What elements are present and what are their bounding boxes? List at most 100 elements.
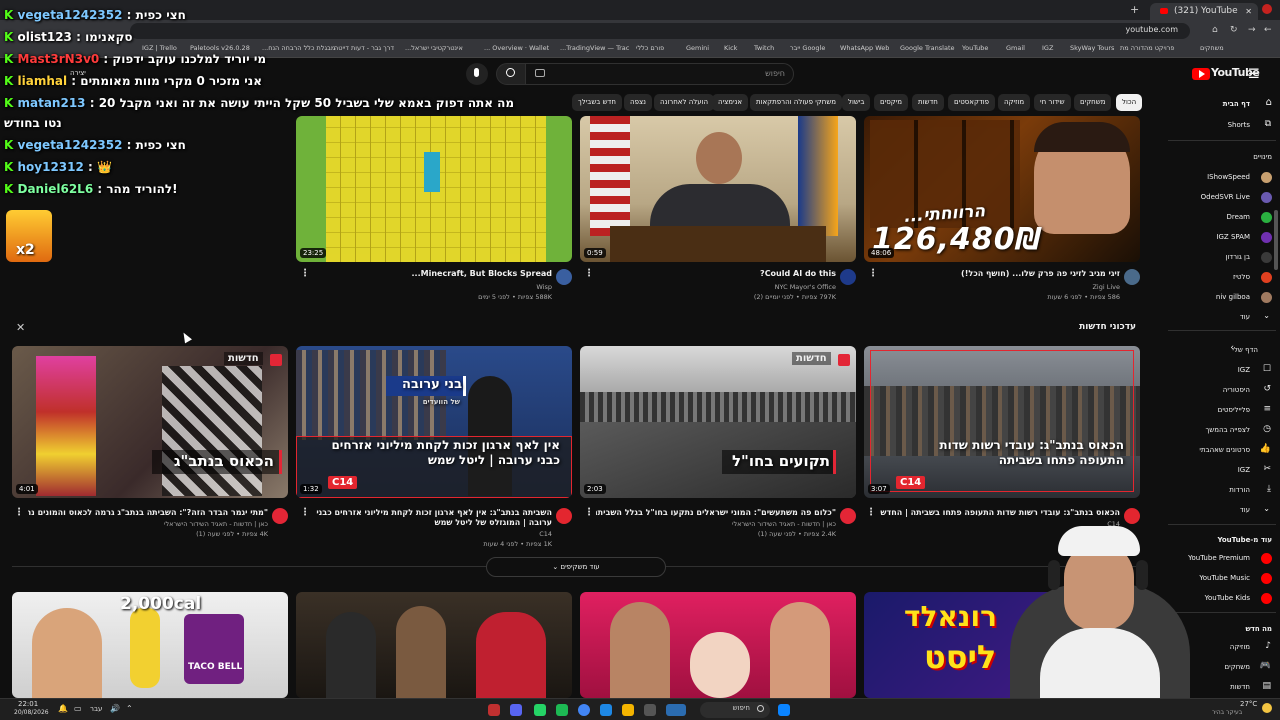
- bookmark-item[interactable]: IGZ: [1042, 44, 1053, 52]
- sidebar-item-subscription[interactable]: IGZ SPAM: [1216, 233, 1250, 241]
- more-options-icon[interactable]: ⋮: [300, 268, 310, 279]
- show-more-button[interactable]: עוד משקיפים ⌄: [486, 557, 666, 577]
- browser-tab[interactable]: (321) YouTube ✕: [1150, 3, 1258, 20]
- battery-icon[interactable]: ▭: [74, 704, 82, 713]
- discord-icon[interactable]: [510, 704, 522, 716]
- channel-avatar[interactable]: [272, 508, 288, 524]
- video-title[interactable]: Could AI do this?: [596, 269, 836, 278]
- sidebar-item-subscription[interactable]: niv gilboa: [1216, 293, 1250, 301]
- chrome-icon[interactable]: [578, 704, 590, 716]
- scrollbar-thumb[interactable]: [1274, 210, 1278, 270]
- new-tab-icon[interactable]: +: [1130, 3, 1139, 16]
- sidebar-item-subscription[interactable]: סלטיז: [1233, 273, 1250, 281]
- video-thumbnail[interactable]: 0:59: [580, 116, 856, 262]
- video-thumbnail[interactable]: [580, 592, 856, 698]
- chip-watched[interactable]: נצפה: [624, 94, 652, 111]
- search-button[interactable]: [496, 63, 526, 85]
- bookmark-item[interactable]: Kick: [724, 44, 737, 52]
- bookmark-item[interactable]: Google ייבר: [790, 44, 825, 52]
- chip-action-adventure[interactable]: משחקי פעולה והרפתקאות: [750, 94, 843, 111]
- chip-news[interactable]: חדשות: [912, 94, 944, 111]
- sidebar-item-subscription[interactable]: OdedSVR Live: [1201, 193, 1250, 201]
- chip-mixes[interactable]: מיקסים: [874, 94, 909, 111]
- chip-live[interactable]: שידור חי: [1034, 94, 1071, 111]
- app-icon[interactable]: [644, 704, 656, 716]
- video-thumbnail[interactable]: בני ערובה של הוועדים אין לאף ארגון זכות …: [296, 346, 572, 498]
- sidebar-show-more[interactable]: עוד: [1240, 313, 1250, 321]
- video-thumbnail[interactable]: הכאוס בנתב"ג: עובדי רשות שדות התעופה פתח…: [864, 346, 1140, 498]
- channel-avatar[interactable]: [1124, 269, 1140, 285]
- youtube-logo-icon[interactable]: [1192, 68, 1210, 80]
- sidebar-item-subscription[interactable]: Dream: [1226, 213, 1250, 221]
- close-tab-icon[interactable]: ✕: [1245, 3, 1252, 20]
- sidebar-item-gaming[interactable]: משחקים: [1225, 663, 1250, 671]
- channel-name[interactable]: C14: [312, 530, 552, 538]
- chip-gaming[interactable]: משחקים: [1074, 94, 1112, 111]
- video-title[interactable]: Minecraft, But Blocks Spread...: [312, 269, 553, 278]
- sidebar-item-channel[interactable]: IGZ: [1238, 366, 1250, 374]
- bookmark-item[interactable]: YouTube: [962, 44, 988, 52]
- volume-icon[interactable]: 🔊: [110, 704, 120, 713]
- app-icon[interactable]: [600, 704, 612, 716]
- taskbar-time[interactable]: 22:01: [18, 700, 38, 708]
- more-options-icon[interactable]: ⋮: [868, 268, 878, 279]
- channel-avatar[interactable]: [556, 269, 572, 285]
- notifications-icon[interactable]: 🔔: [58, 704, 68, 713]
- bookmark-item[interactable]: פרויקט מהדורה מת: [1120, 44, 1175, 52]
- video-thumbnail[interactable]: הרווחתי... 126,480₪ 48:06: [864, 116, 1140, 262]
- video-thumbnail[interactable]: 2,000cal TACO BELL: [12, 592, 288, 698]
- sidebar-item-downloads[interactable]: הורדות: [1229, 486, 1250, 494]
- whatsapp-icon[interactable]: [534, 704, 546, 716]
- spotify-icon[interactable]: [556, 704, 568, 716]
- channel-avatar[interactable]: [556, 508, 572, 524]
- file-explorer-icon[interactable]: [622, 704, 634, 716]
- bookmark-item[interactable]: SkyWay Tours: [1070, 44, 1114, 52]
- bookmark-item[interactable]: Google Translate: [900, 44, 955, 52]
- chip-music[interactable]: מוזיקה: [998, 94, 1031, 111]
- video-title[interactable]: "מתי יגמר הבדר הזה?": השביתה בנתב"ג גרמה…: [28, 508, 268, 517]
- search-input[interactable]: חיפוש: [524, 63, 794, 85]
- bookmark-item[interactable]: TradingView — Trac...: [560, 44, 629, 52]
- sidebar-item-history[interactable]: היסטוריה: [1223, 386, 1250, 394]
- sidebar-item-subscription[interactable]: בן גורדון: [1225, 253, 1250, 261]
- chip-cooking[interactable]: בישול: [842, 94, 871, 111]
- sidebar-item-news[interactable]: חדשות: [1230, 683, 1250, 691]
- bookmark-item[interactable]: WhatsApp Web: [840, 44, 889, 52]
- chip-all[interactable]: הכול: [1116, 94, 1143, 111]
- start-icon[interactable]: [778, 704, 790, 716]
- bookmark-item[interactable]: Gmail: [1006, 44, 1025, 52]
- sidebar-item-music[interactable]: מוזיקה: [1230, 643, 1250, 651]
- bookmark-item[interactable]: פורם כללי: [636, 44, 664, 52]
- sidebar-item-shorts[interactable]: Shorts: [1228, 121, 1250, 129]
- youtube-logo-text[interactable]: YouTube: [1211, 66, 1260, 79]
- more-options-icon[interactable]: ⋮: [14, 507, 24, 518]
- more-options-icon[interactable]: ⋮: [866, 507, 876, 518]
- video-thumbnail[interactable]: חדשות הכאוס בנתב"ג 4:01: [12, 346, 288, 498]
- subscriptions-heading[interactable]: מינויים: [1253, 153, 1272, 161]
- video-title[interactable]: זיגי מגיב לזיגי פה פרק שלו... (חושף הכל!…: [880, 269, 1120, 278]
- video-title[interactable]: "כלום פה משתעשים": המוני ישראלים נתקעו ב…: [596, 508, 836, 517]
- chip-new-to-you[interactable]: חדש בשבילך: [572, 94, 622, 111]
- video-title[interactable]: השביתה בנתב"ג: אין לאף ארגון זכות לקחת מ…: [312, 508, 552, 528]
- you-heading[interactable]: הדף שלי: [1232, 346, 1258, 354]
- sidebar-item-kids[interactable]: YouTube Kids: [1205, 594, 1250, 602]
- channel-name[interactable]: כאן | חדשות - תאגיד השידור הישראלי: [28, 520, 268, 528]
- dismiss-section-icon[interactable]: ✕: [16, 321, 25, 334]
- reload-icon[interactable]: ↻: [1230, 25, 1238, 35]
- window-close-icon[interactable]: [1262, 4, 1272, 14]
- sidebar-show-more[interactable]: עוד: [1240, 506, 1250, 514]
- chip-animation[interactable]: אנימציה: [712, 94, 749, 111]
- home-icon[interactable]: ⌂: [1212, 25, 1218, 35]
- channel-avatar[interactable]: [840, 508, 856, 524]
- sidebar-item-liked[interactable]: סרטונים שאהבתי: [1199, 446, 1250, 454]
- channel-name[interactable]: Wisp: [312, 283, 552, 291]
- sidebar-item-channel[interactable]: IGZ: [1238, 466, 1250, 474]
- sidebar-item-playlists[interactable]: פלייליסטים: [1218, 406, 1250, 414]
- sidebar-item-watch-later[interactable]: לצפייה בהמשך: [1205, 426, 1250, 434]
- sidebar-item-home[interactable]: דף הבית: [1223, 100, 1250, 108]
- taskbar-date[interactable]: 20/08/2026: [14, 709, 49, 716]
- channel-name[interactable]: Zigi Live: [880, 283, 1120, 291]
- channel-name[interactable]: כאן | חדשות - תאגיד השידור הישראלי: [596, 520, 836, 528]
- show-hidden-icons[interactable]: ⌃: [126, 704, 133, 713]
- chip-recently-uploaded[interactable]: הועלה לאחרונה: [654, 94, 715, 111]
